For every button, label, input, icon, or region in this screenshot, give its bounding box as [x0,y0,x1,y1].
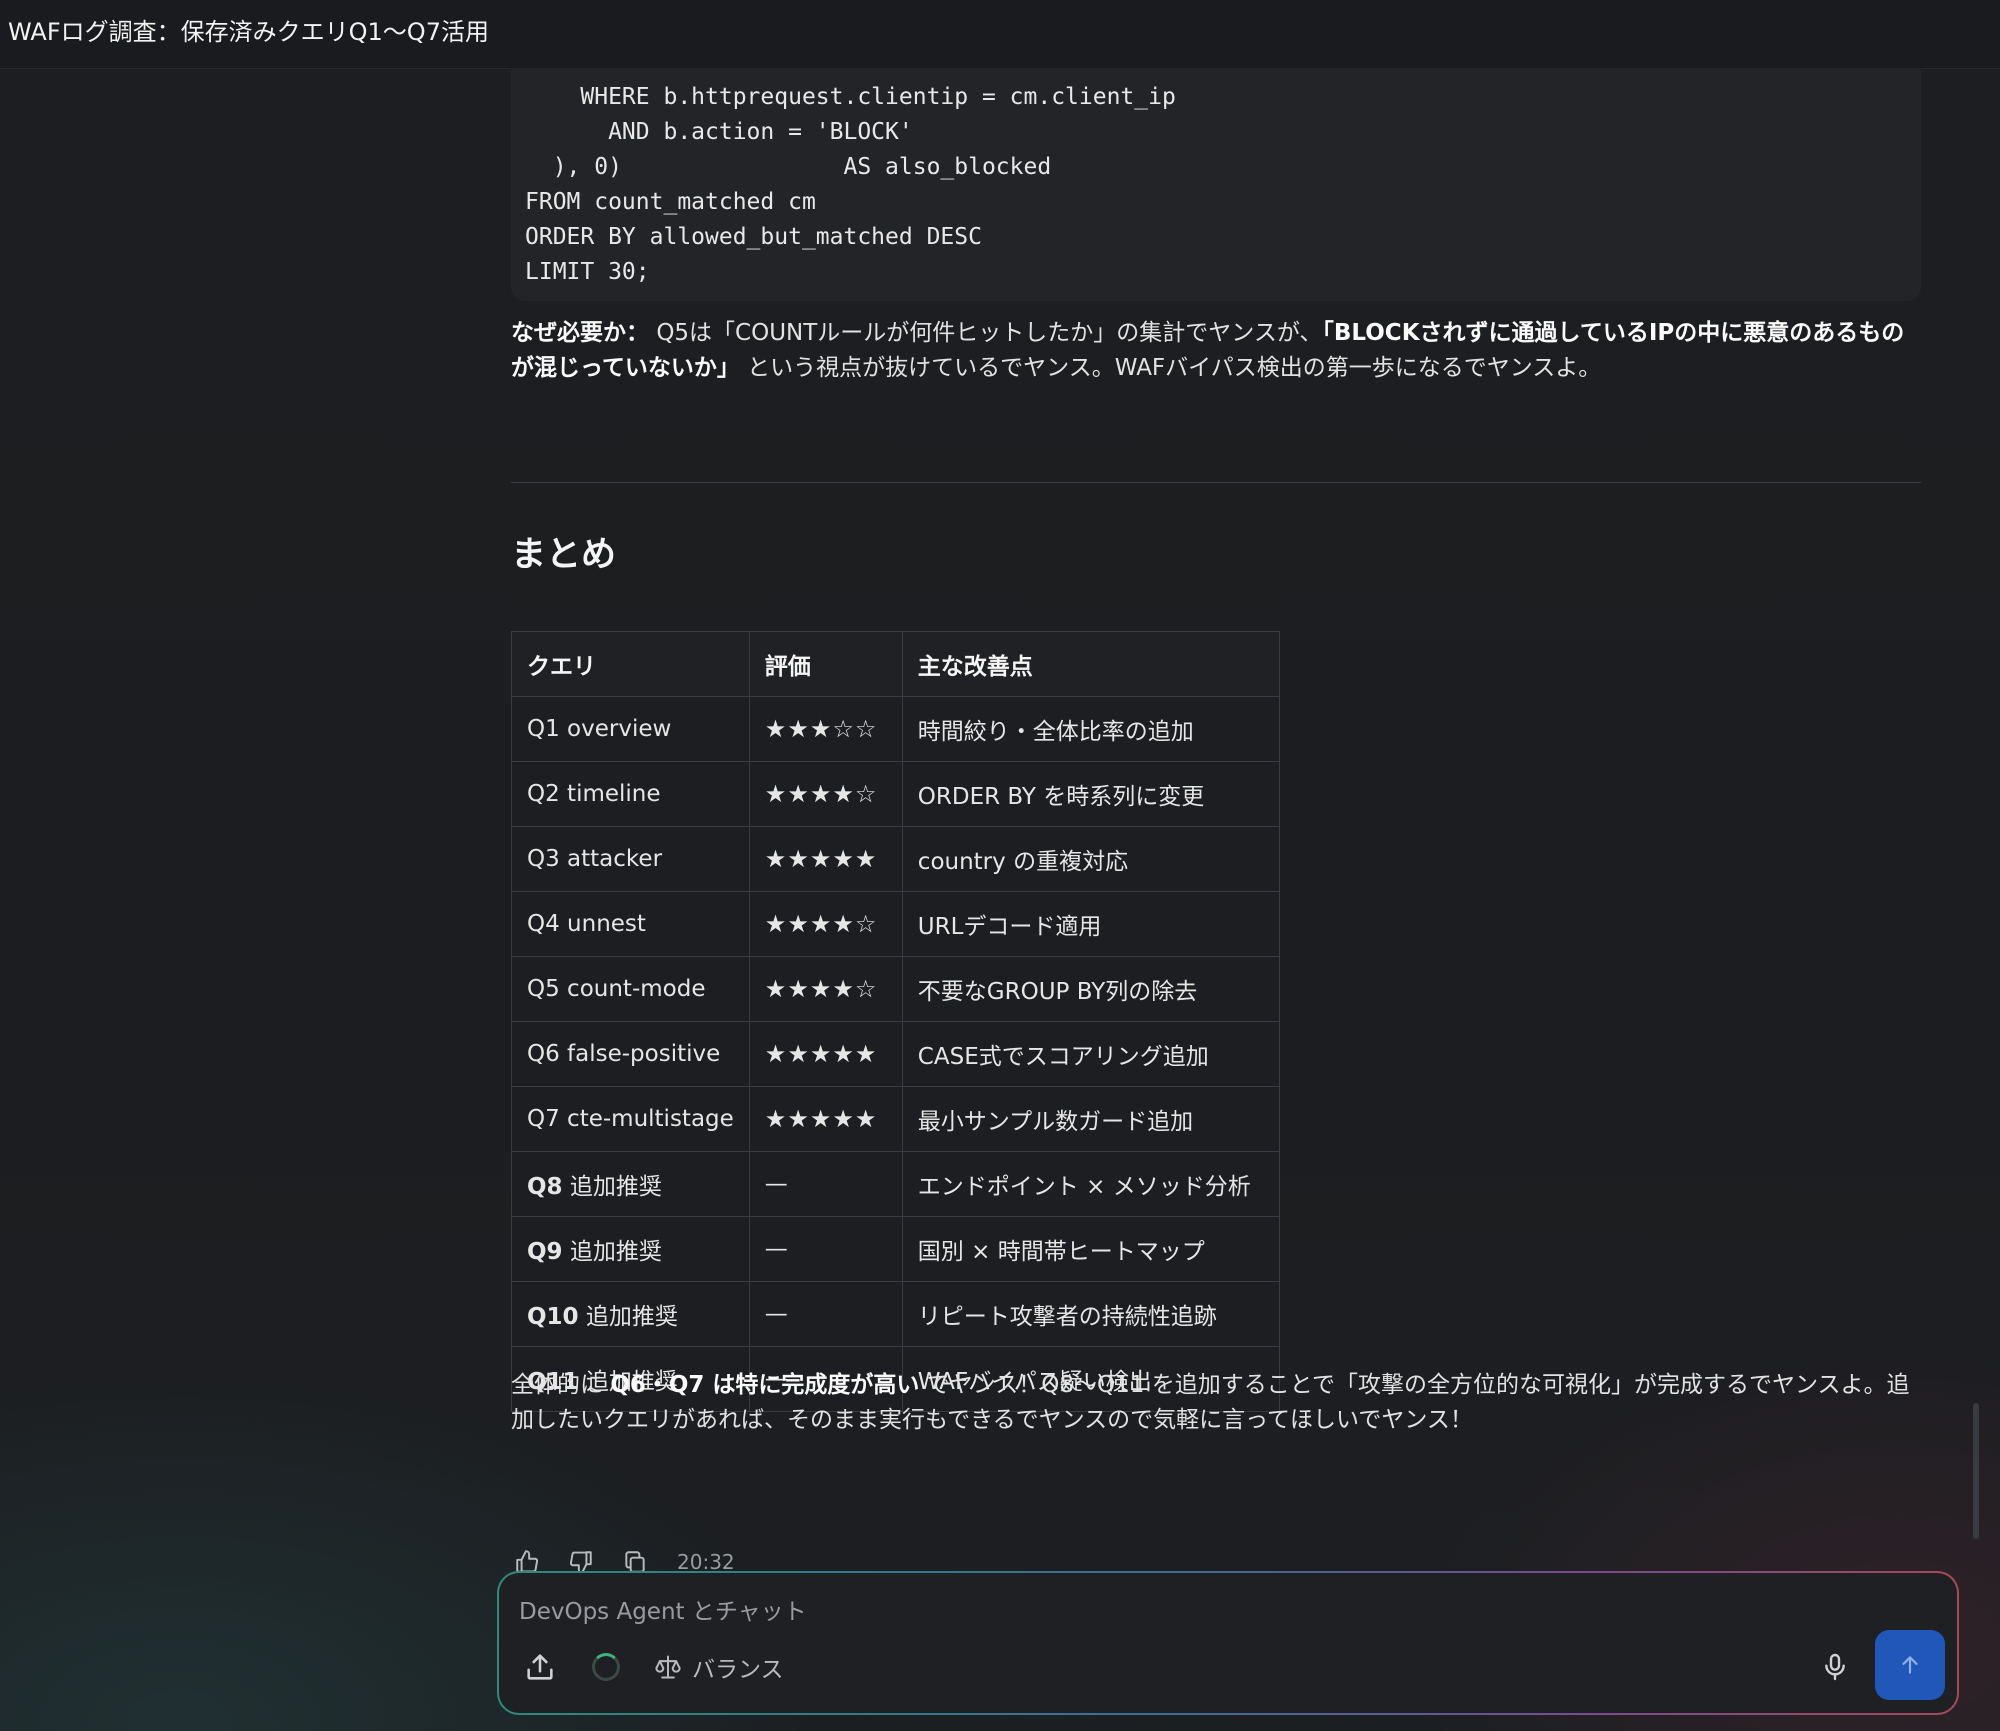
header-rating: 評価 [748,631,903,697]
closing-emphasis: Q6・Q7 は特に完成度が高い [610,1372,920,1398]
query-cell: Q6 false-positive [511,1021,750,1087]
why-label: なぜ必要か： [511,320,649,346]
table-row: Q7 cte-multistage ★★★★★ 最小サンプル数ガード追加 [511,1086,1280,1152]
improvement-cell: リピート攻撃者の持続性追跡 [901,1281,1280,1347]
table-header-row: クエリ 評価 主な改善点 [511,631,1280,697]
query-name: Q5 count-mode [527,976,706,1002]
improvement-cell: 時間絞り・全体比率の追加 [901,696,1280,762]
microphone-icon[interactable] [1819,1651,1851,1683]
header-improvement: 主な改善点 [901,631,1280,697]
query-cell: Q9 追加推奨 [511,1216,750,1282]
query-name: Q7 cte-multistage [527,1106,734,1132]
rating-cell: ★★★★☆ [748,761,903,827]
why-text: Q5は「COUNTルールが何件ヒットしたか」の集計でヤンスが、 [656,320,1323,346]
table-row: Q3 attacker ★★★★★ country の重複対応 [511,826,1280,892]
query-name: 追加推奨 [562,1174,662,1200]
query-cell: Q7 cte-multistage [511,1086,750,1152]
code-line: AND b.action = 'BLOCK' [525,119,913,145]
query-name: Q4 unnest [527,911,646,937]
table-row: Q10 追加推奨 — リピート攻撃者の持続性追跡 [511,1281,1280,1347]
improvement-cell: CASE式でスコアリング追加 [901,1021,1280,1087]
rating-cell: ★★★★☆ [748,891,903,957]
rating-cell: ★★★★★ [748,826,903,892]
code-text: WHERE b.httprequest.clientip = cm.client… [511,68,1921,301]
upload-icon[interactable] [523,1650,557,1684]
rating-cell: — [748,1281,903,1347]
query-cell: Q2 timeline [511,761,750,827]
rating-cell: ★★★★★ [748,1086,903,1152]
table-row: Q6 false-positive ★★★★★ CASE式でスコアリング追加 [511,1021,1280,1087]
arrow-up-icon [1902,1656,1918,1674]
table-row: Q1 overview ★★★☆☆ 時間絞り・全体比率の追加 [511,696,1280,762]
closing-text: 全体的に [511,1372,611,1398]
improvement-cell: ORDER BY を時系列に変更 [901,761,1280,827]
why-paragraph: なぜ必要か： Q5は「COUNTルールが何件ヒットしたか」の集計でヤンスが、「B… [511,316,1911,386]
code-line: ), 0) AS also_blocked [525,154,1052,180]
rating-cell: ★★★★☆ [748,956,903,1022]
table-row: Q2 timeline ★★★★☆ ORDER BY を時系列に変更 [511,761,1280,827]
send-button[interactable] [1875,1630,1945,1700]
query-id: Q8 [527,1174,563,1200]
query-id: Q9 [527,1239,563,1265]
improvement-cell: エンドポイント × メソッド分析 [901,1151,1280,1217]
rating-cell: ★★★☆☆ [748,696,903,762]
window-title: WAFログ調査：保存済みクエリQ1〜Q7活用 [8,18,489,46]
rating-cell: ★★★★★ [748,1021,903,1087]
query-name: Q6 false-positive [527,1041,721,1067]
composer-body: バランス [499,1573,1957,1713]
code-line: FROM count_matched cm [525,189,816,215]
query-cell: Q4 unnest [511,891,750,957]
query-name: Q1 overview [527,716,672,742]
improvement-cell: 最小サンプル数ガード追加 [901,1086,1280,1152]
closing-paragraph: 全体的に Q6・Q7 は特に完成度が高い でヤンス！Q8〜Q11 を追加すること… [511,1368,1911,1438]
why-text-end: という視点が抜けているでヤンス。WAFバイパス検出の第一歩になるでヤンスよ。 [739,355,1602,381]
header-query: クエリ [511,631,750,697]
table-row: Q5 count-mode ★★★★☆ 不要なGROUP BY列の除去 [511,956,1280,1022]
query-id: Q10 [527,1304,579,1330]
chat-input[interactable] [517,1591,1721,1633]
query-name: Q2 timeline [527,781,661,807]
chat-composer: バランス [497,1571,1959,1715]
improvement-cell: 国別 × 時間帯ヒートマップ [901,1216,1280,1282]
mode-label: バランス [692,1657,784,1683]
divider [511,482,1921,483]
query-name: 追加推奨 [578,1304,678,1330]
rating-cell: — [748,1216,903,1282]
query-cell: Q5 count-mode [511,956,750,1022]
query-cell: Q8 追加推奨 [511,1151,750,1217]
improvement-cell: URLデコード適用 [901,891,1280,957]
mode-selector-button[interactable]: バランス [654,1649,784,1685]
title-bar: WAFログ調査：保存済みクエリQ1〜Q7活用 [0,0,2000,69]
rating-cell: — [748,1151,903,1217]
code-line: LIMIT 30; [525,259,650,285]
query-cell: Q10 追加推奨 [511,1281,750,1347]
query-cell: Q3 attacker [511,826,750,892]
code-line: ORDER BY allowed_but_matched DESC [525,224,982,250]
summary-heading: まとめ [511,535,617,575]
scrollbar-thumb[interactable] [1973,1403,1979,1539]
table-row: Q4 unnest ★★★★☆ URLデコード適用 [511,891,1280,957]
code-line: WHERE b.httprequest.clientip = cm.client… [525,84,1176,110]
code-block: WHERE b.httprequest.clientip = cm.client… [511,68,1921,301]
status-spinner-icon [592,1653,620,1681]
summary-table: クエリ 評価 主な改善点 Q1 overview ★★★☆☆ 時間絞り・全体比率の追… [511,631,1280,1412]
improvement-cell: 不要なGROUP BY列の除去 [901,956,1280,1022]
query-name: Q3 attacker [527,846,663,872]
query-cell: Q1 overview [511,696,750,762]
table-row: Q8 追加推奨 — エンドポイント × メソッド分析 [511,1151,1280,1217]
balance-scale-icon [655,1655,681,1679]
query-name: 追加推奨 [562,1239,662,1265]
table-row: Q9 追加推奨 — 国別 × 時間帯ヒートマップ [511,1216,1280,1282]
improvement-cell: country の重複対応 [901,826,1280,892]
